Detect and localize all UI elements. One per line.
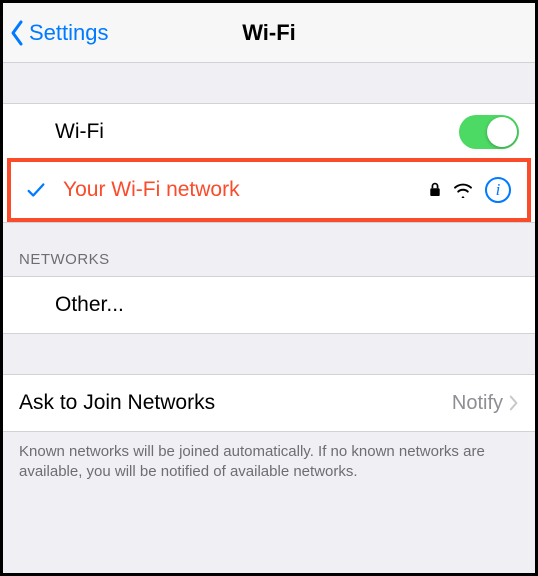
lock-icon [429,182,441,198]
wifi-toggle-row: Wi-Fi [3,104,535,160]
navbar: Settings Wi-Fi [3,3,535,63]
other-network-label: Other... [55,293,519,317]
connected-network-name: Your Wi-Fi network [63,178,429,202]
ask-to-join-label: Ask to Join Networks [19,391,452,415]
connected-network-row[interactable]: Your Wi-Fi network [11,162,527,218]
wifi-toggle-label: Wi-Fi [55,120,459,144]
ask-group: Ask to Join Networks Notify [3,374,535,432]
chevron-left-icon [9,19,25,47]
checkmark-icon [25,179,47,201]
ask-to-join-row[interactable]: Ask to Join Networks Notify [3,375,535,431]
chevron-right-icon [509,395,519,411]
connected-network-highlight: Your Wi-Fi network [7,158,531,222]
ask-to-join-footer: Known networks will be joined automatica… [3,432,535,483]
wifi-toggle[interactable] [459,115,519,149]
back-label: Settings [29,20,109,46]
networks-group: Other... [3,276,535,334]
back-button[interactable]: Settings [3,19,109,47]
wifi-signal-icon [453,182,473,198]
networks-section-header: NETWORKS [3,223,535,276]
info-icon[interactable]: i [485,177,511,203]
ask-to-join-value: Notify [452,392,503,415]
wifi-group: Wi-Fi Your Wi-Fi network [3,103,535,223]
other-network-row[interactable]: Other... [3,277,535,333]
switch-knob [487,117,517,147]
